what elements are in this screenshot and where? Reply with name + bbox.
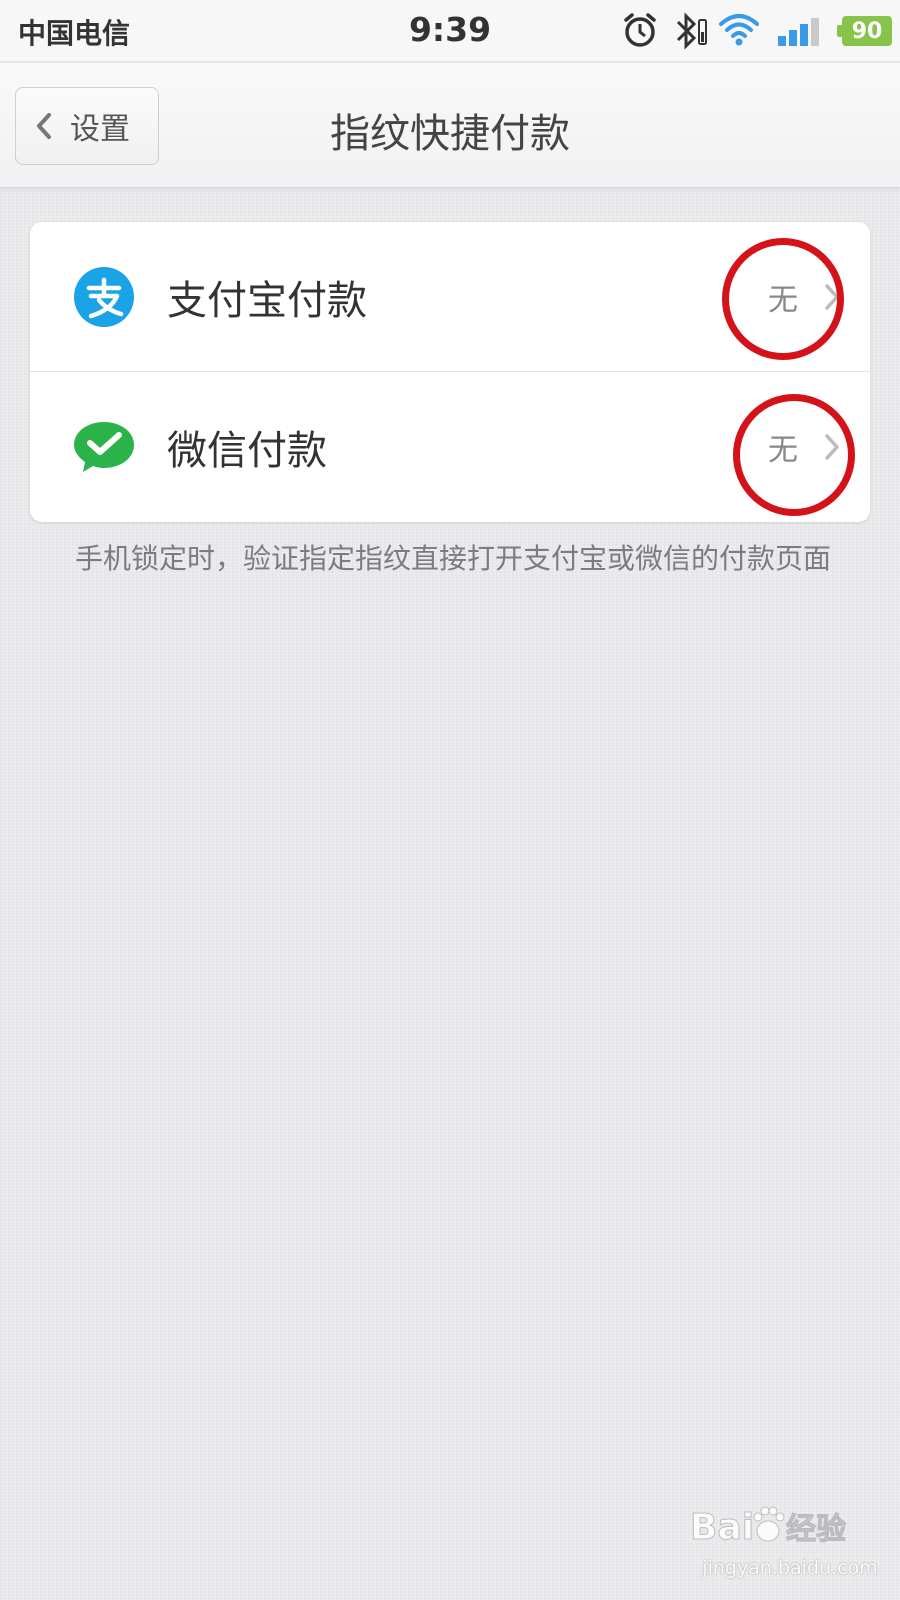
alipay-label: 支付宝付款 (167, 277, 367, 324)
navigation-bar: 设置 指纹快捷付款 (0, 63, 900, 188)
bluetooth-icon (676, 12, 707, 50)
payment-options-card: 支付宝付款 无 微信付款 无 (30, 222, 870, 522)
wifi-icon (719, 14, 759, 46)
alipay-icon (74, 266, 134, 327)
chevron-right-icon (825, 283, 839, 310)
svg-text:经验: 经验 (786, 1512, 846, 1547)
baidu-watermark: Bai 经验 jingyan.baidu.com (690, 1495, 890, 1585)
list-item-alipay[interactable]: 支付宝付款 无 (30, 222, 870, 372)
alarm-icon (624, 13, 656, 47)
battery-icon: 90 (837, 16, 892, 46)
watermark-url: jingyan.baidu.com (702, 1557, 878, 1579)
status-time: 9:39 (408, 10, 492, 49)
page-title: 指纹快捷付款 (330, 111, 570, 157)
wechat-pay-label: 微信付款 (167, 428, 327, 474)
alipay-value: 无 (768, 282, 798, 318)
chevron-right-icon (825, 434, 839, 460)
wechat-pay-value: 无 (768, 433, 798, 468)
description-text: 手机锁定时，验证指定指纹直接打开支付宝或微信的付款页面 (75, 542, 832, 575)
status-bar: 中国电信 9:39 90 (0, 0, 900, 62)
wechat-pay-icon (74, 422, 134, 472)
baidu-logo-icon: Bai 经验 (690, 1506, 847, 1549)
svg-text:Bai: Bai (690, 1507, 754, 1548)
signal-icon (778, 18, 819, 46)
list-item-wechat-pay[interactable]: 微信付款 无 (30, 372, 870, 522)
